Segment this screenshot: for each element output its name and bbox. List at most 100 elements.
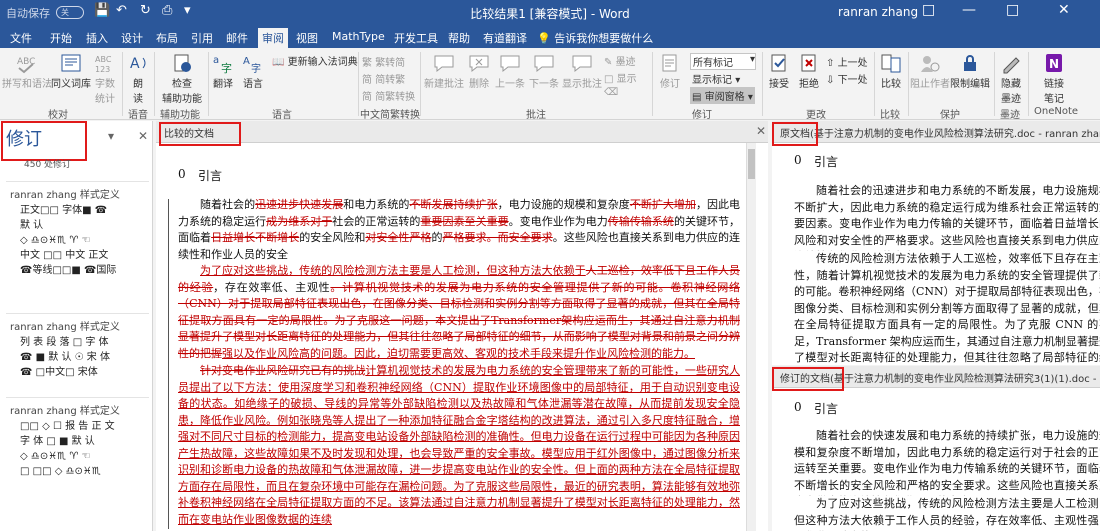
block-authors-icon: [921, 56, 940, 72]
lock-icon: [964, 55, 976, 71]
track-changes-icon: [662, 54, 677, 72]
onenote-icon: N: [1046, 54, 1062, 72]
maximize-icon[interactable]: □: [1006, 2, 1019, 18]
check-accessibility-button[interactable]: 检查 辅助功能: [158, 52, 206, 105]
paragraph-2: 为了应对这些挑战，传统的风险检测方法主要是人工检测，但这种方法大依赖于人工巡检，…: [178, 263, 740, 361]
delete-comment-icon: [469, 55, 489, 73]
heading-number: 0: [794, 153, 802, 167]
tab-file[interactable]: 文件: [10, 30, 32, 46]
sidebar-icon: □: [604, 74, 617, 85]
change-bar: [168, 199, 169, 529]
hide-ink-button[interactable]: 隐藏 墨迹: [998, 52, 1024, 105]
to-simp-label: 简转繁: [375, 75, 406, 86]
close-pane-icon[interactable]: ✕: [138, 129, 148, 143]
compare-button[interactable]: 比较: [878, 52, 904, 90]
revision-author: ranran zhang 样式定义: [10, 190, 120, 201]
next-change-icon: ⇩: [826, 75, 838, 86]
tab-home[interactable]: 开始: [50, 30, 72, 46]
tab-review[interactable]: 审阅: [258, 28, 288, 48]
thesaurus-icon: [61, 54, 81, 72]
group-label-proofing: 校对: [48, 110, 68, 121]
pane-options-icon[interactable]: ▾: [108, 129, 114, 143]
revision-text: 中文 □□ 中文 正文: [20, 250, 109, 261]
original-document-header: 原文档(基于注意力机制的变电作业风险检测算法研究.doc - ranran zh…: [772, 121, 1100, 143]
group-label-speech: 语音: [128, 110, 148, 121]
tell-me-search[interactable]: 💡 告诉我你想要做什么: [537, 30, 653, 46]
tab-design[interactable]: 设计: [121, 30, 143, 46]
ribbon: ABC 拼写和语法 同义词库 ABC 123 字数 统计 A 朗 读 检查 辅助功…: [0, 48, 1100, 121]
close-compared-icon[interactable]: ✕: [756, 124, 766, 138]
ribbon-options-icon[interactable]: □: [922, 2, 935, 18]
reviewing-pane-button[interactable]: ▤ 审阅窗格 ▾: [690, 87, 755, 104]
compared-document[interactable]: 比较的文档 0 引言 随着社会的迅速进步快速发展和电力系统的不断发展持续扩张，电…: [156, 121, 768, 531]
track-changes-label: 修订: [660, 79, 680, 90]
tab-help[interactable]: 帮助: [448, 30, 470, 46]
tab-mailings[interactable]: 邮件: [226, 30, 248, 46]
thesaurus-button[interactable]: 同义词库: [50, 52, 92, 90]
revised-document[interactable]: 修订的文档(基于注意力机制的变电作业风险检测算法研究3(1)(1).doc - …: [772, 366, 1100, 531]
heading-number: 0: [178, 167, 186, 181]
scrollbar-thumb[interactable]: [748, 149, 755, 179]
tab-youdao[interactable]: 有道翻译: [483, 30, 527, 46]
tab-references[interactable]: 引用: [191, 30, 213, 46]
group-separator: [420, 52, 421, 116]
tab-developer[interactable]: 开发工具: [394, 30, 438, 46]
markup-dropdown[interactable]: 所有标记 ▾: [690, 53, 756, 70]
show-markup-button[interactable]: 显示标记 ▾: [692, 71, 740, 86]
delete-comment-button[interactable]: 删除: [466, 52, 492, 90]
linked-notes-button[interactable]: N 链接 笔记: [1034, 52, 1074, 105]
spelling-label: 拼写和语法: [2, 79, 52, 90]
deleted-text: 对安全性严格: [365, 231, 432, 244]
deleted-text: 严格要求。而安全要求: [442, 231, 553, 244]
simp-to-trad-button[interactable]: 简 简转繁: [362, 71, 405, 86]
paragraph-1: 随着社会的迅速进步快速发展和电力系统的不断发展持续扩张，电力设施的规模和复杂度不…: [178, 197, 740, 261]
erase-button[interactable]: ⌫: [604, 87, 618, 98]
tab-mathtype[interactable]: MathType: [332, 30, 385, 43]
group-label-ink: 墨迹: [1000, 110, 1020, 121]
original-document[interactable]: 原文档(基于注意力机制的变电作业风险检测算法研究.doc - ranran zh…: [772, 121, 1100, 365]
revisions-pane: 修订 ▾ ✕ 450 处修订 ranran zhang 样式定义 正文□□ 字体…: [0, 121, 153, 531]
tab-layout[interactable]: 布局: [156, 30, 178, 46]
compared-scrollbar[interactable]: [746, 143, 756, 531]
group-label-chinese-conversion: 中文简繁转换: [360, 110, 420, 121]
minimize-icon[interactable]: —: [962, 2, 976, 18]
revision-entry[interactable]: ranran zhang 样式定义 正文□□ 字体■ ☎ 默 认 ◇ ♎⊙♓♏ …: [6, 181, 149, 278]
deleted-text: 迅速进步快速发展: [255, 198, 344, 211]
block-authors-button[interactable]: 阻止作者: [910, 52, 950, 90]
accessibility-icon: [174, 54, 191, 72]
read-aloud-button[interactable]: A 朗 读: [126, 52, 150, 105]
chinese-conversion-button[interactable]: 简 简繁转换: [362, 88, 415, 103]
spelling-icon: ABC: [17, 57, 35, 74]
word-count-button[interactable]: ABC 123 字数 统计: [92, 52, 118, 105]
accept-button[interactable]: 接受: [766, 52, 792, 90]
revision-entry[interactable]: ranran zhang 样式定义 □□ ◇ ☐ 报 告 正 文 字 体 □ ■…: [6, 397, 149, 479]
new-comment-button[interactable]: 新建批注: [424, 52, 464, 90]
revision-entry[interactable]: ranran zhang 样式定义 列 表 段 落 □ 字 体 ☎ ■ 默 认 …: [6, 313, 149, 380]
previous-comment-button[interactable]: 上一条: [494, 52, 526, 90]
ink-comment-button[interactable]: ✎ 墨迹: [604, 53, 636, 68]
tab-view[interactable]: 视图: [296, 30, 318, 46]
sidebar-button[interactable]: □ 显示: [604, 70, 637, 85]
heading-number: 0: [794, 400, 802, 414]
language-button[interactable]: A字 语言: [238, 52, 268, 90]
group-separator: [154, 52, 155, 116]
word-count-label-2: 统计: [95, 94, 115, 105]
close-icon[interactable]: ✕: [1058, 2, 1070, 18]
restrict-editing-button[interactable]: 限制编辑: [950, 52, 990, 90]
ribbon-tabs: 文件 开始 插入 设计 布局 引用 邮件 审阅 视图 MathType 开发工具…: [0, 26, 1100, 48]
trad-to-simp-button[interactable]: 繁 繁转简: [362, 54, 405, 69]
track-changes-button[interactable]: 修订: [654, 52, 686, 90]
spelling-button[interactable]: ABC 拼写和语法: [2, 52, 52, 90]
tab-insert[interactable]: 插入: [86, 30, 108, 46]
heading-intro: 引言: [198, 169, 223, 183]
svg-text:a: a: [213, 55, 219, 66]
reject-button[interactable]: 拒绝: [796, 52, 822, 90]
translate-button[interactable]: a字 翻译: [210, 52, 236, 90]
user-name[interactable]: ranran zhang: [838, 5, 918, 19]
group-separator: [762, 52, 763, 116]
show-comments-button[interactable]: 显示批注: [562, 52, 602, 90]
next-change-button[interactable]: ⇩ 下一处: [826, 71, 868, 86]
update-ime-button[interactable]: 📖 更新输入法词典: [272, 53, 358, 68]
previous-change-button[interactable]: ⇧ 上一处: [826, 54, 868, 69]
next-comment-button[interactable]: 下一条: [528, 52, 560, 90]
